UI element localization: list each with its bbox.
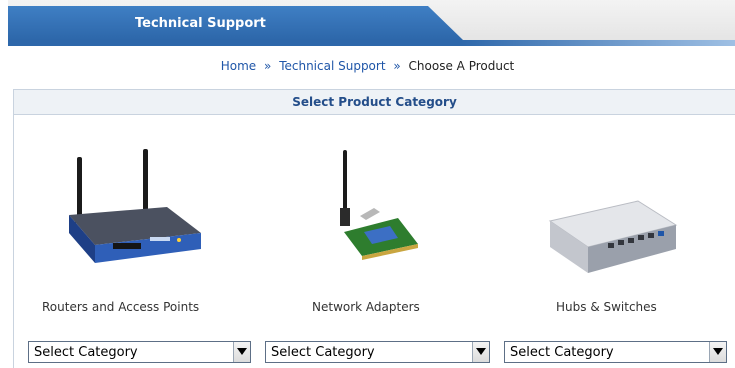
- select-value: Select Category: [34, 345, 138, 360]
- routers-category-select[interactable]: Select Category: [28, 341, 251, 363]
- product-label[interactable]: Hubs & Switches: [556, 300, 657, 314]
- dropdown-arrow-icon[interactable]: [709, 342, 726, 362]
- switch-image[interactable]: [548, 195, 678, 277]
- product-label[interactable]: Routers and Access Points: [42, 300, 199, 314]
- breadcrumb-separator: »: [393, 59, 401, 73]
- header-banner: Technical Support: [8, 0, 735, 46]
- breadcrumb-separator: »: [264, 59, 272, 73]
- select-value: Select Category: [510, 345, 614, 360]
- router-image[interactable]: [55, 145, 205, 275]
- page: Technical Support Home » Technical Suppo…: [0, 0, 735, 368]
- panel-title: Select Product Category: [14, 90, 735, 115]
- network-adapter-image[interactable]: [320, 148, 430, 266]
- product-label[interactable]: Network Adapters: [312, 300, 420, 314]
- dropdown-arrow-icon[interactable]: [233, 342, 250, 362]
- breadcrumb: Home » Technical Support » Choose A Prod…: [0, 59, 735, 73]
- adapters-category-select[interactable]: Select Category: [265, 341, 490, 363]
- switches-category-select[interactable]: Select Category: [504, 341, 727, 363]
- header-underline: [8, 40, 735, 46]
- breadcrumb-support-link[interactable]: Technical Support: [279, 59, 385, 73]
- dropdown-arrow-icon[interactable]: [472, 342, 489, 362]
- breadcrumb-current: Choose A Product: [408, 59, 515, 73]
- select-value: Select Category: [271, 345, 375, 360]
- breadcrumb-home-link[interactable]: Home: [221, 59, 256, 73]
- page-title: Technical Support: [135, 16, 266, 31]
